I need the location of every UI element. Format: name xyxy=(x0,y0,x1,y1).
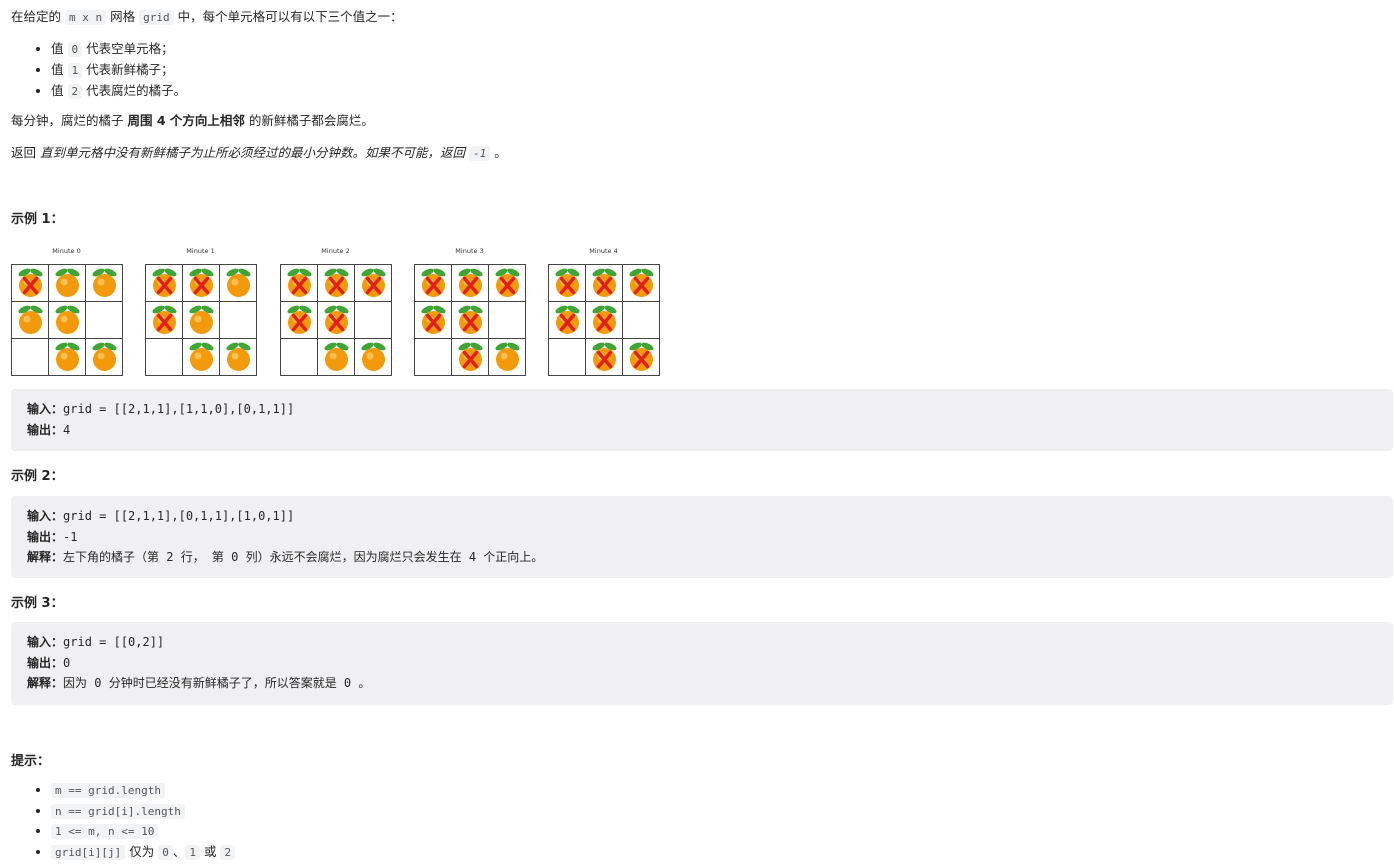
list-item: grid[i][j] 仅为 0、1 或 2 xyxy=(51,842,236,863)
example-2-explanation: 解释：左下角的橘子（第 2 行， 第 0 列）永远不会腐烂，因为腐烂只会发生在 … xyxy=(27,550,544,564)
list-item: 1 <= m, n <= 10 xyxy=(51,821,235,842)
grid-cell xyxy=(145,338,183,376)
example-2-title: 示例 2： xyxy=(11,469,64,484)
orange-icon xyxy=(56,311,79,334)
example-3-title: 示例 3： xyxy=(11,596,64,611)
example-3-input: 输入：grid = [[0,2]] xyxy=(27,635,165,649)
list-item: 值 0 代表空单元格； xyxy=(51,39,186,60)
list-item: 值 2 代表腐烂的橘子。 xyxy=(51,81,186,102)
grid-cell xyxy=(414,338,452,376)
orange-icon xyxy=(56,348,79,371)
value-rules-list: 值 0 代表空单元格； 值 1 代表新鲜橘子； 值 2 代表腐烂的橘子。 xyxy=(11,39,186,102)
orange-highlight xyxy=(60,315,68,323)
grid-cell xyxy=(85,301,123,339)
hints-list: m == grid.length n == grid[i].length 1 <… xyxy=(11,780,236,863)
orange-highlight xyxy=(500,352,508,360)
orange-highlight xyxy=(329,352,337,360)
panel-label: Minute 4 xyxy=(589,247,617,255)
orange-highlight xyxy=(366,352,374,360)
example-1-figure: Minute 0 Minute 1 Minute 2 Minute 3 Minute 4 xyxy=(11,247,660,376)
grid-cell xyxy=(280,338,318,376)
grid-panel: Minute 2 xyxy=(280,247,392,376)
grid-cell xyxy=(11,338,49,376)
orange-icon xyxy=(93,274,116,297)
return-statement: 返回 直到单元格中没有新鲜橘子为止所必须经过的最小分钟数。如果不可能，返回 -1… xyxy=(11,145,507,161)
panel-label: Minute 3 xyxy=(455,247,483,255)
inline-code: n == grid[i].length xyxy=(51,803,185,819)
orange-highlight xyxy=(194,315,202,323)
inline-code: -1 xyxy=(469,146,491,161)
example-3-output: 输出：0 xyxy=(27,655,71,670)
example-2-input: 输入：grid = [[2,1,1],[0,1,1],[1,0,1]] xyxy=(27,509,295,523)
list-item: m == grid.length xyxy=(51,780,235,801)
inline-code: m == grid.length xyxy=(51,783,165,798)
grid-cell xyxy=(548,338,586,376)
intro-text: 中，每个单元格可以有以下三个值之一： xyxy=(177,9,403,24)
inline-code: grid[i][j] xyxy=(51,844,126,860)
panel-label: Minute 0 xyxy=(52,247,80,255)
orange-icon xyxy=(362,348,385,371)
hints-title: 提示： xyxy=(11,754,51,769)
grid-cell xyxy=(488,301,526,339)
grid-cell xyxy=(354,301,392,339)
example-1-title: 示例 1： xyxy=(11,212,64,227)
inline-code: 0 xyxy=(67,42,83,57)
example-1-output: 输出：4 xyxy=(27,422,71,437)
inline-code: 1 <= m, n <= 10 xyxy=(51,824,159,839)
orange-icon xyxy=(19,311,42,334)
orange-highlight xyxy=(97,352,105,360)
intro-text: 在给定的 xyxy=(11,9,62,24)
orange-icon xyxy=(227,348,250,371)
orange-highlight xyxy=(97,278,105,286)
grid-cell xyxy=(622,301,660,339)
example-3-block: 输入：grid = [[0,2]] 输出：0 解释：因为 0 分钟时已经没有新鲜… xyxy=(11,622,1393,705)
panel-label: Minute 1 xyxy=(186,247,214,255)
example-2-output: 输出：-1 xyxy=(27,529,78,544)
orange-highlight xyxy=(231,352,239,360)
orange-icon xyxy=(496,348,519,371)
grid-panel: Minute 0 xyxy=(11,247,123,376)
orange-icon xyxy=(325,348,348,371)
orange-icon xyxy=(227,274,250,297)
example-2-block: 输入：grid = [[2,1,1],[0,1,1],[1,0,1]] 输出：-… xyxy=(11,496,1393,578)
example-1-block: 输入：grid = [[2,1,1],[1,1,0],[0,1,1]] 输出：4 xyxy=(11,389,1393,451)
inline-code: 2 xyxy=(220,844,236,860)
list-item: n == grid[i].length xyxy=(51,801,235,822)
inline-code: grid xyxy=(139,10,174,25)
grid-panel: Minute 4 xyxy=(548,247,660,376)
orange-highlight xyxy=(23,315,31,323)
grid-panel: Minute 3 xyxy=(414,247,526,376)
panel-label: Minute 2 xyxy=(321,247,349,255)
orange-highlight xyxy=(231,278,239,286)
intro-text: 网格 xyxy=(110,9,136,24)
orange-icon xyxy=(190,348,213,371)
inline-code: m x n xyxy=(65,10,107,25)
orange-icon xyxy=(190,311,213,334)
italic-text: 直到单元格中没有新鲜橘子为止所必须经过的最小分钟数。如果不可能，返回 xyxy=(40,145,466,160)
bold-text: 周围 4 个方向上相邻 xyxy=(127,113,245,128)
orange-highlight xyxy=(194,352,202,360)
inline-code: 2 xyxy=(67,84,83,99)
list-item: 值 1 代表新鲜橘子； xyxy=(51,60,186,81)
inline-code: 0 xyxy=(158,844,173,860)
intro-paragraph: 在给定的 m x n 网格 grid 中，每个单元格可以有以下三个值之一： xyxy=(11,7,403,28)
grid-cell xyxy=(219,301,257,339)
inline-code: 1 xyxy=(67,63,83,78)
example-1-input: 输入：grid = [[2,1,1],[1,1,0],[0,1,1]] xyxy=(27,402,295,416)
spread-rule: 每分钟，腐烂的橘子 周围 4 个方向上相邻 的新鲜橘子都会腐烂。 xyxy=(11,113,374,128)
orange-highlight xyxy=(60,352,68,360)
example-3-explanation: 解释：因为 0 分钟时已经没有新鲜橘子了，所以答案就是 0 。 xyxy=(27,676,371,690)
grid-panel: Minute 1 xyxy=(145,247,257,376)
orange-highlight xyxy=(60,278,68,286)
orange-icon xyxy=(56,274,79,297)
orange-icon xyxy=(93,348,116,371)
inline-code: 1 xyxy=(185,844,200,860)
